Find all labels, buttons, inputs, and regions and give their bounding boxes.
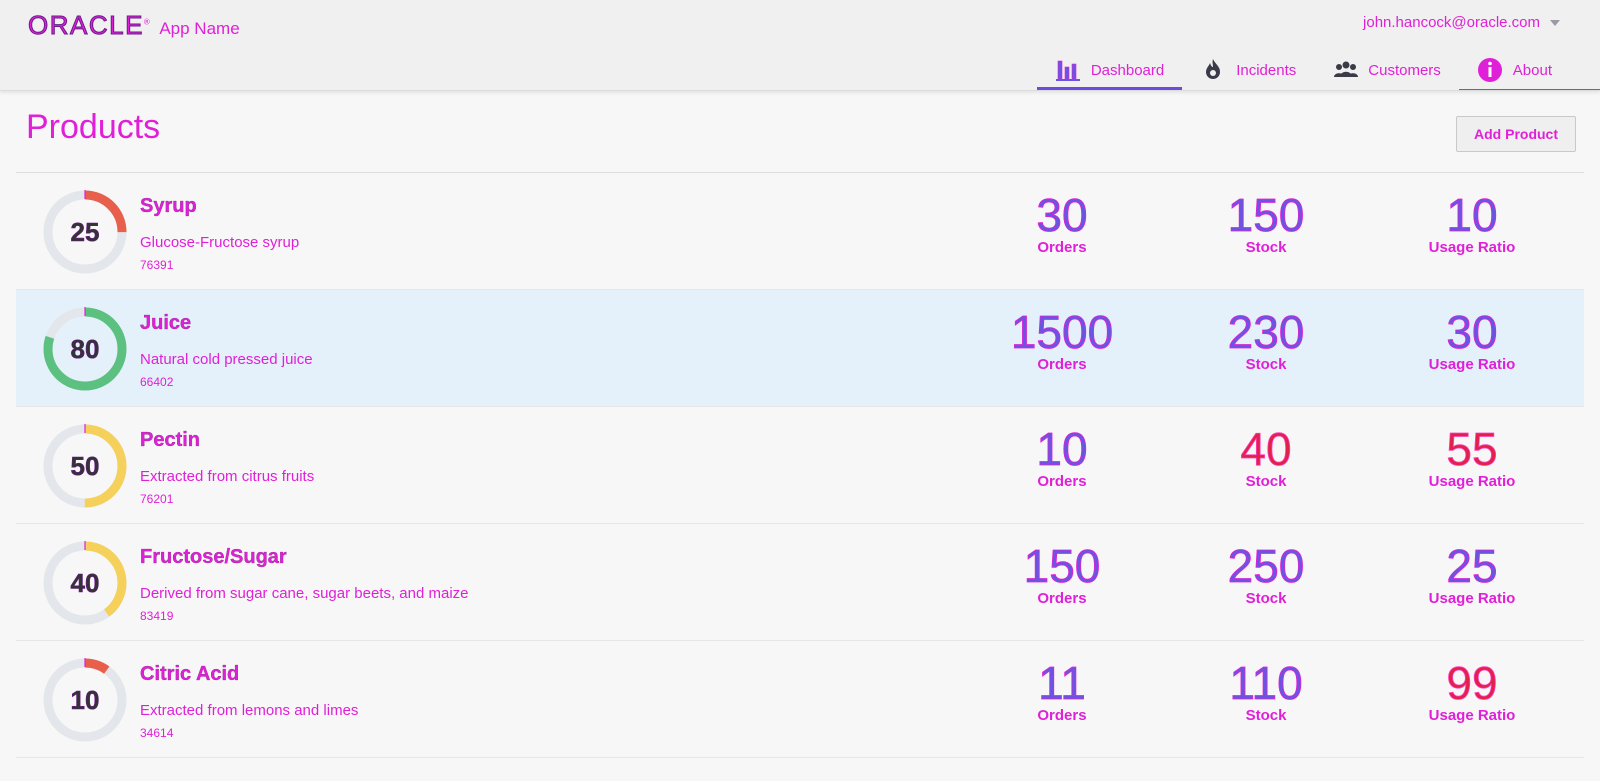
usage-ratio-metric: 55 Usage Ratio bbox=[1382, 423, 1562, 490]
product-id: 76391 bbox=[140, 258, 174, 272]
add-product-button[interactable]: Add Product bbox=[1456, 116, 1576, 152]
product-name[interactable]: Juice bbox=[140, 312, 191, 335]
product-name[interactable]: Citric Acid bbox=[140, 663, 240, 686]
gauge: 80 bbox=[40, 304, 130, 394]
usage-ratio-label: Usage Ratio bbox=[1428, 473, 1516, 490]
orders-label: Orders bbox=[1037, 590, 1087, 607]
gauge-value: 10 bbox=[70, 684, 100, 715]
flame-icon bbox=[1200, 57, 1226, 83]
stock-metric: 150 Stock bbox=[1176, 189, 1356, 256]
bar-chart-icon bbox=[1055, 57, 1081, 83]
stock-label: Stock bbox=[1245, 590, 1287, 607]
usage-ratio-value: 55 bbox=[1446, 423, 1498, 476]
product-row[interactable]: 40 Fructose/Sugar Derived from sugar can… bbox=[16, 524, 1584, 641]
orders-metric: 11 Orders bbox=[972, 657, 1152, 724]
info-icon bbox=[1477, 57, 1503, 83]
gauge-value: 80 bbox=[70, 333, 100, 364]
product-description: Extracted from lemons and limes bbox=[140, 702, 359, 719]
tab-incidents-label: Incidents bbox=[1236, 61, 1297, 79]
app-name: App Name bbox=[159, 19, 240, 38]
stock-value: 110 bbox=[1229, 657, 1303, 710]
usage-ratio-label: Usage Ratio bbox=[1428, 707, 1516, 724]
usage-ratio-metric: 25 Usage Ratio bbox=[1382, 540, 1562, 607]
usage-ratio-label: Usage Ratio bbox=[1428, 356, 1516, 373]
product-row[interactable]: 25 Syrup Glucose-Fructose syrup 76391 30… bbox=[16, 173, 1584, 290]
product-row[interactable]: 50 Pectin Extracted from citrus fruits 7… bbox=[16, 407, 1584, 524]
gauge: 50 bbox=[40, 421, 130, 511]
product-name[interactable]: Syrup bbox=[140, 195, 197, 218]
gauge: 10 bbox=[40, 655, 130, 745]
product-id: 76201 bbox=[140, 492, 174, 506]
orders-label: Orders bbox=[1037, 707, 1087, 724]
orders-value: 1500 bbox=[1010, 306, 1114, 359]
tab-customers-label: Customers bbox=[1368, 61, 1441, 79]
stock-metric: 110 Stock bbox=[1176, 657, 1356, 724]
stock-label: Stock bbox=[1245, 239, 1287, 256]
orders-metric: 1500 Orders bbox=[972, 306, 1152, 373]
user-menu[interactable]: john.hancock@oracle.com bbox=[1363, 14, 1560, 31]
tab-dashboard-label: Dashboard bbox=[1090, 61, 1165, 79]
tab-about[interactable]: About bbox=[1458, 50, 1600, 90]
stock-value: 40 bbox=[1240, 423, 1292, 476]
gauge: 25 bbox=[40, 187, 130, 277]
usage-ratio-label: Usage Ratio bbox=[1428, 239, 1516, 256]
orders-value: 30 bbox=[1036, 189, 1088, 242]
tab-about-label: About bbox=[1512, 61, 1552, 79]
orders-label: Orders bbox=[1037, 356, 1087, 373]
usage-ratio-metric: 99 Usage Ratio bbox=[1382, 657, 1562, 724]
product-description: Glucose-Fructose syrup bbox=[140, 234, 300, 251]
product-name[interactable]: Pectin bbox=[140, 429, 200, 452]
product-name[interactable]: Fructose/Sugar bbox=[140, 546, 287, 569]
usage-ratio-value: 99 bbox=[1446, 657, 1498, 710]
usage-ratio-value: 10 bbox=[1446, 189, 1498, 242]
usage-ratio-metric: 10 Usage Ratio bbox=[1382, 189, 1562, 256]
stock-metric: 40 Stock bbox=[1176, 423, 1356, 490]
gauge-value: 40 bbox=[70, 567, 100, 598]
stock-value: 250 bbox=[1227, 540, 1305, 593]
page-title: Products bbox=[26, 108, 161, 146]
stock-value: 230 bbox=[1227, 306, 1305, 359]
tab-incidents[interactable]: Incidents bbox=[1182, 50, 1314, 90]
tab-dashboard[interactable]: Dashboard bbox=[1036, 50, 1183, 90]
usage-ratio-value: 25 bbox=[1446, 540, 1498, 593]
product-id: 66402 bbox=[140, 375, 174, 389]
product-description: Extracted from citrus fruits bbox=[140, 468, 315, 485]
gauge: 40 bbox=[40, 538, 130, 628]
stock-metric: 230 Stock bbox=[1176, 306, 1356, 373]
orders-label: Orders bbox=[1037, 473, 1087, 490]
usage-ratio-label: Usage Ratio bbox=[1428, 590, 1516, 607]
product-description: Natural cold pressed juice bbox=[140, 351, 313, 368]
usage-ratio-metric: 30 Usage Ratio bbox=[1382, 306, 1562, 373]
product-description: Derived from sugar cane, sugar beets, an… bbox=[140, 585, 469, 602]
stock-value: 150 bbox=[1227, 189, 1305, 242]
app-header: ORACLE® App Name john.hancock@oracle.com… bbox=[0, 0, 1600, 91]
oracle-logo: ORACLE® bbox=[28, 10, 152, 41]
gauge-value: 25 bbox=[70, 216, 100, 247]
brand[interactable]: ORACLE® App Name bbox=[28, 10, 240, 41]
stock-label: Stock bbox=[1245, 473, 1287, 490]
orders-label: Orders bbox=[1037, 239, 1087, 256]
product-row[interactable]: 10 Citric Acid Extracted from lemons and… bbox=[16, 641, 1584, 758]
orders-value: 11 bbox=[1038, 657, 1087, 710]
stock-metric: 250 Stock bbox=[1176, 540, 1356, 607]
product-row[interactable]: 80 Juice Natural cold pressed juice 6640… bbox=[16, 290, 1584, 407]
orders-metric: 30 Orders bbox=[972, 189, 1152, 256]
stock-label: Stock bbox=[1245, 707, 1287, 724]
user-email: john.hancock@oracle.com bbox=[1363, 14, 1540, 31]
orders-value: 10 bbox=[1036, 423, 1088, 476]
logo-text: ORACLE bbox=[28, 10, 144, 41]
chevron-down-icon bbox=[1550, 19, 1560, 26]
orders-metric: 150 Orders bbox=[972, 540, 1152, 607]
main-nav: Dashboard Incidents Customers About bbox=[1036, 50, 1600, 90]
gauge-value: 50 bbox=[70, 450, 100, 481]
tab-customers[interactable]: Customers bbox=[1314, 50, 1459, 90]
orders-value: 150 bbox=[1023, 540, 1101, 593]
people-icon bbox=[1332, 57, 1359, 83]
usage-ratio-value: 30 bbox=[1446, 306, 1498, 359]
orders-metric: 10 Orders bbox=[972, 423, 1152, 490]
product-list: 25 Syrup Glucose-Fructose syrup 76391 30… bbox=[16, 173, 1584, 758]
stock-label: Stock bbox=[1245, 356, 1287, 373]
product-id: 83419 bbox=[140, 609, 174, 623]
product-id: 34614 bbox=[140, 726, 174, 740]
